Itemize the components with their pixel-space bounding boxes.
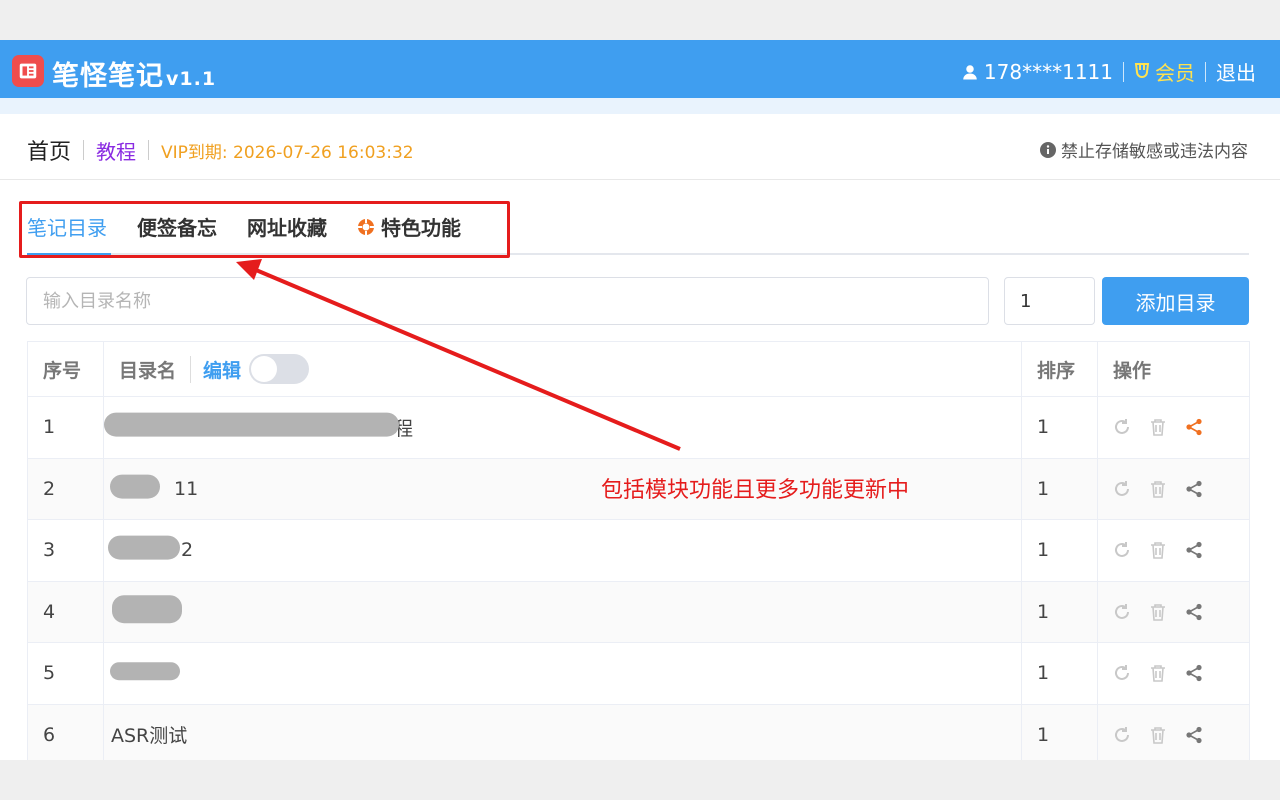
add-directory-button[interactable]: 添加目录 xyxy=(1102,277,1249,325)
refresh-icon[interactable] xyxy=(1113,603,1131,621)
row-index: 5 xyxy=(27,642,104,705)
header-user-area: 178****1111 会员 退出 xyxy=(961,57,1256,86)
share-icon[interactable] xyxy=(1185,541,1203,559)
row-actions xyxy=(1097,703,1250,766)
vip-link[interactable]: 会员 xyxy=(1134,57,1195,86)
row-order: 1 xyxy=(1021,703,1098,766)
app-header: 笔怪笔记 v1.1 178****1111 会员 退出 xyxy=(0,40,1280,98)
column-header-name: 目录名 编辑 xyxy=(103,341,1022,397)
username: 178****1111 xyxy=(983,59,1113,84)
row-order: 1 xyxy=(1021,519,1098,582)
row-order: 1 xyxy=(1021,580,1098,643)
header-divider xyxy=(1205,61,1206,82)
breadcrumb-divider xyxy=(83,140,85,160)
redaction-blur xyxy=(110,662,180,681)
trash-icon[interactable] xyxy=(1149,418,1167,437)
row-order: 1 xyxy=(1021,642,1098,705)
vip-label: 会员 xyxy=(1155,61,1195,85)
row-name-cell[interactable]: ASR测试 xyxy=(103,703,1022,766)
trash-icon[interactable] xyxy=(1149,480,1167,498)
app-title: 笔怪笔记 v1.1 xyxy=(52,54,216,93)
refresh-icon[interactable] xyxy=(1113,664,1131,682)
row-actions xyxy=(1097,642,1250,705)
header-shadow-strip xyxy=(0,98,1280,114)
order-input[interactable] xyxy=(1004,277,1095,325)
refresh-icon[interactable] xyxy=(1113,541,1131,559)
row-name: ASR测试 xyxy=(111,725,188,748)
table-row: 6 ASR测试 1 xyxy=(27,703,1250,766)
logout-link[interactable]: 退出 xyxy=(1216,57,1256,86)
redaction-blur xyxy=(110,474,160,499)
annotation-highlight-box xyxy=(19,201,510,258)
user-icon xyxy=(963,64,977,79)
bottom-strip xyxy=(0,760,1280,800)
share-icon[interactable] xyxy=(1185,418,1203,436)
row-index: 3 xyxy=(27,519,104,582)
vip-expiry-text: VIP到期: 2026-07-26 16:03:32 xyxy=(161,142,414,163)
row-name-cell[interactable] xyxy=(103,580,1022,643)
share-icon[interactable] xyxy=(1185,726,1203,744)
row-name-cell[interactable] xyxy=(103,642,1022,705)
directory-name-input[interactable] xyxy=(26,277,989,325)
table-row: 3 2 1 xyxy=(27,519,1250,582)
trash-icon[interactable] xyxy=(1149,664,1167,683)
share-icon[interactable] xyxy=(1185,480,1203,498)
column-header-actions: 操作 xyxy=(1097,341,1250,397)
breadcrumb-tutorial[interactable]: 教程 xyxy=(96,136,136,165)
medal-icon xyxy=(1134,62,1150,78)
redaction-blur xyxy=(104,412,399,437)
row-order: 1 xyxy=(1021,457,1098,520)
row-actions xyxy=(1097,457,1250,520)
annotation-text: 包括模块功能且更多功能更新中 xyxy=(601,478,910,503)
column-header-index: 序号 xyxy=(27,341,104,397)
refresh-icon[interactable] xyxy=(1113,726,1131,744)
column-header-name-label: 目录名 xyxy=(119,359,177,382)
row-actions xyxy=(1097,580,1250,643)
trash-icon[interactable] xyxy=(1149,603,1167,621)
content-notice: 禁止存储敏感或违法内容 xyxy=(1040,137,1248,162)
redaction-blur xyxy=(108,535,180,560)
header-divider xyxy=(1123,61,1124,82)
refresh-icon[interactable] xyxy=(1113,480,1131,498)
trash-icon[interactable] xyxy=(1149,726,1167,744)
row-order: 1 xyxy=(1021,396,1098,459)
user-account[interactable]: 178****1111 xyxy=(961,60,1113,84)
row-index: 4 xyxy=(27,580,104,643)
app-name: 笔怪笔记 xyxy=(52,61,164,92)
share-icon[interactable] xyxy=(1185,664,1203,682)
edit-label: 编辑 xyxy=(190,355,241,383)
column-header-order: 排序 xyxy=(1021,341,1098,397)
breadcrumb: 首页 教程 VIP到期: 2026-07-26 16:03:32 xyxy=(27,134,414,166)
main-content: 首页 教程 VIP到期: 2026-07-26 16:03:32 禁止存储敏感或… xyxy=(0,114,1280,766)
refresh-icon[interactable] xyxy=(1113,418,1131,436)
app-logo-icon xyxy=(12,55,44,87)
directory-table: 序号 目录名 编辑 排序 操作 1 程 1 2 11 1 3 2 1 4 1 5… xyxy=(27,341,1250,766)
row-actions xyxy=(1097,396,1250,459)
row-actions xyxy=(1097,519,1250,582)
divider xyxy=(0,179,1280,180)
row-index: 6 xyxy=(27,703,104,766)
edit-toggle[interactable] xyxy=(249,354,310,384)
table-row: 5 1 xyxy=(27,642,1250,705)
breadcrumb-home[interactable]: 首页 xyxy=(27,134,71,166)
row-name-cell[interactable]: 2 xyxy=(103,519,1022,582)
row-index: 2 xyxy=(27,457,104,520)
row-name-cell[interactable]: 程 xyxy=(103,396,1022,459)
redaction-blur xyxy=(112,594,182,623)
notice-text: 禁止存储敏感或违法内容 xyxy=(1061,142,1248,162)
info-icon xyxy=(1040,141,1056,158)
table-header-row: 序号 目录名 编辑 排序 操作 xyxy=(27,341,1250,397)
trash-icon[interactable] xyxy=(1149,541,1167,560)
row-index: 1 xyxy=(27,396,104,459)
breadcrumb-divider xyxy=(148,140,150,160)
table-row: 4 1 xyxy=(27,580,1250,643)
share-icon[interactable] xyxy=(1185,603,1203,621)
app-version: v1.1 xyxy=(166,68,217,90)
table-row: 1 程 1 xyxy=(27,396,1250,459)
